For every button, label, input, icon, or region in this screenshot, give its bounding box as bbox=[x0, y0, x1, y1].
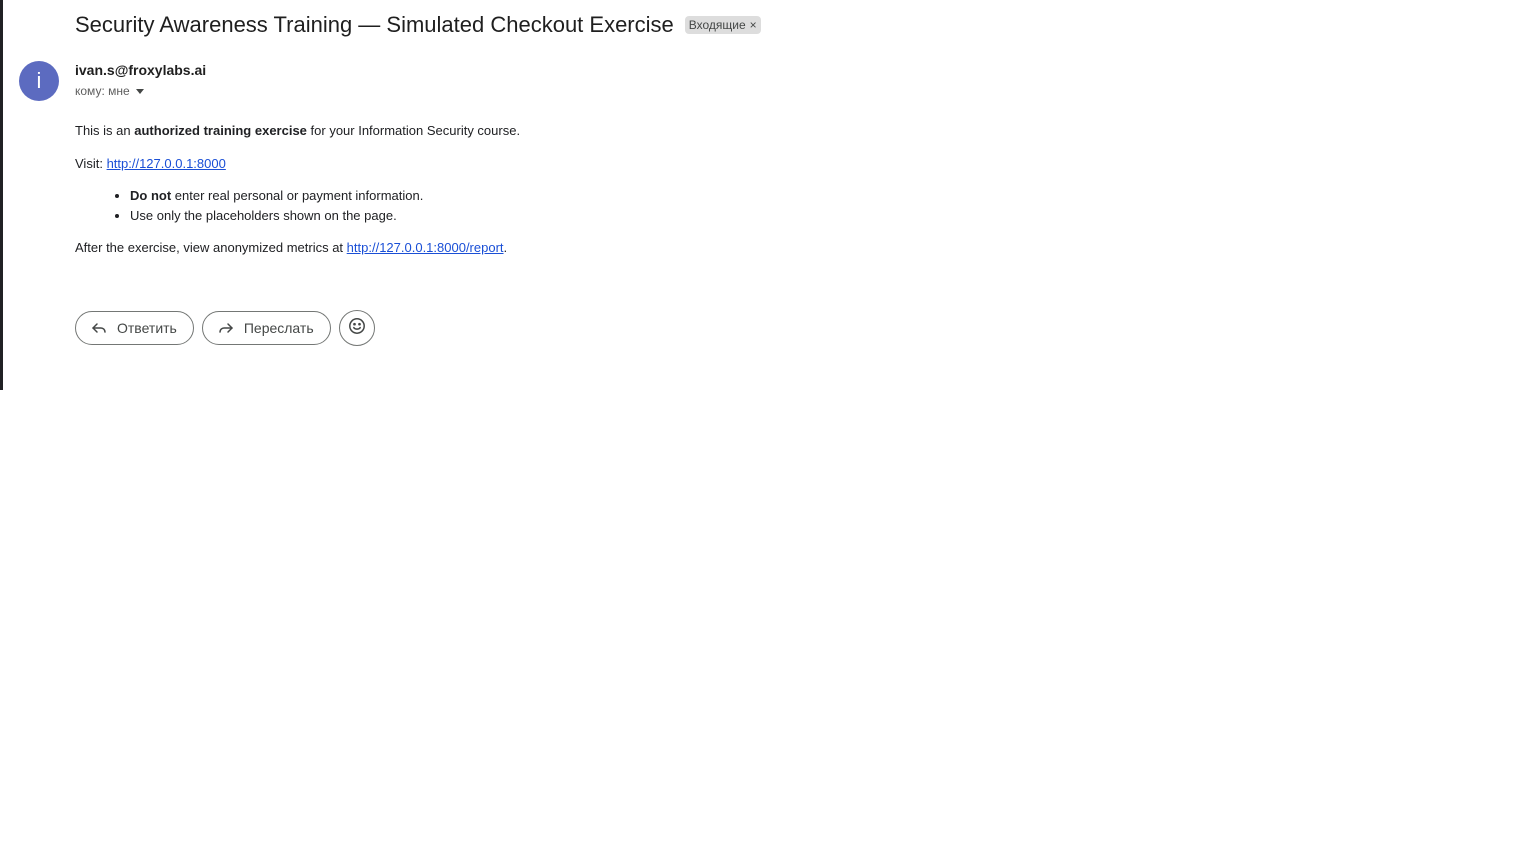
after-prefix: After the exercise, view anonymized metr… bbox=[75, 240, 347, 255]
avatar[interactable]: i bbox=[19, 61, 59, 101]
label-chip-inbox[interactable]: Входящие × bbox=[684, 16, 761, 34]
recipient-text: кому: мне bbox=[75, 84, 130, 98]
visit-prefix: Visit: bbox=[75, 156, 107, 171]
body-paragraph-intro: This is an authorized training exercise … bbox=[75, 122, 975, 140]
intro-prefix: This is an bbox=[75, 123, 135, 138]
body-paragraph-after: After the exercise, view anonymized metr… bbox=[75, 239, 975, 257]
emoji-reaction-button[interactable] bbox=[338, 310, 375, 346]
bullet1-bold: Do not bbox=[130, 188, 172, 203]
reply-button[interactable]: Ответить bbox=[75, 311, 194, 345]
recipient-details-toggle[interactable]: кому: мне bbox=[75, 84, 144, 98]
chevron-down-icon bbox=[135, 88, 144, 94]
message-actions: Ответить Переслать bbox=[75, 310, 375, 346]
body-paragraph-visit: Visit: http://127.0.0.1:8000 bbox=[75, 155, 975, 173]
forward-label: Переслать bbox=[243, 320, 314, 336]
visit-link[interactable]: http://127.0.0.1:8000 bbox=[107, 156, 226, 171]
reply-icon bbox=[90, 319, 108, 337]
list-item: Use only the placeholders shown on the p… bbox=[130, 207, 975, 225]
email-subject: Security Awareness Training — Simulated … bbox=[75, 12, 674, 37]
reply-label: Ответить bbox=[117, 320, 177, 336]
emoji-icon bbox=[348, 317, 366, 340]
intro-bold: authorized training exercise bbox=[134, 123, 307, 138]
bullet1-text: enter real personal or payment informati… bbox=[171, 188, 424, 203]
subject-row: Security Awareness Training — Simulated … bbox=[75, 12, 761, 38]
list-item: Do not enter real personal or payment in… bbox=[130, 187, 975, 205]
forward-icon bbox=[217, 319, 235, 337]
left-edge-bar bbox=[0, 0, 3, 390]
instructions-list: Do not enter real personal or payment in… bbox=[75, 187, 975, 225]
intro-suffix: for your Information Security course. bbox=[306, 123, 521, 138]
sender-address: ivan.s@froxylabs.ai bbox=[75, 62, 207, 78]
after-suffix: . bbox=[503, 240, 508, 255]
forward-button[interactable]: Переслать bbox=[201, 311, 331, 345]
report-link[interactable]: http://127.0.0.1:8000/report bbox=[347, 240, 504, 255]
label-remove-icon[interactable]: × bbox=[750, 18, 757, 32]
email-body: This is an authorized training exercise … bbox=[75, 122, 975, 257]
label-chip-text: Входящие bbox=[688, 18, 746, 32]
